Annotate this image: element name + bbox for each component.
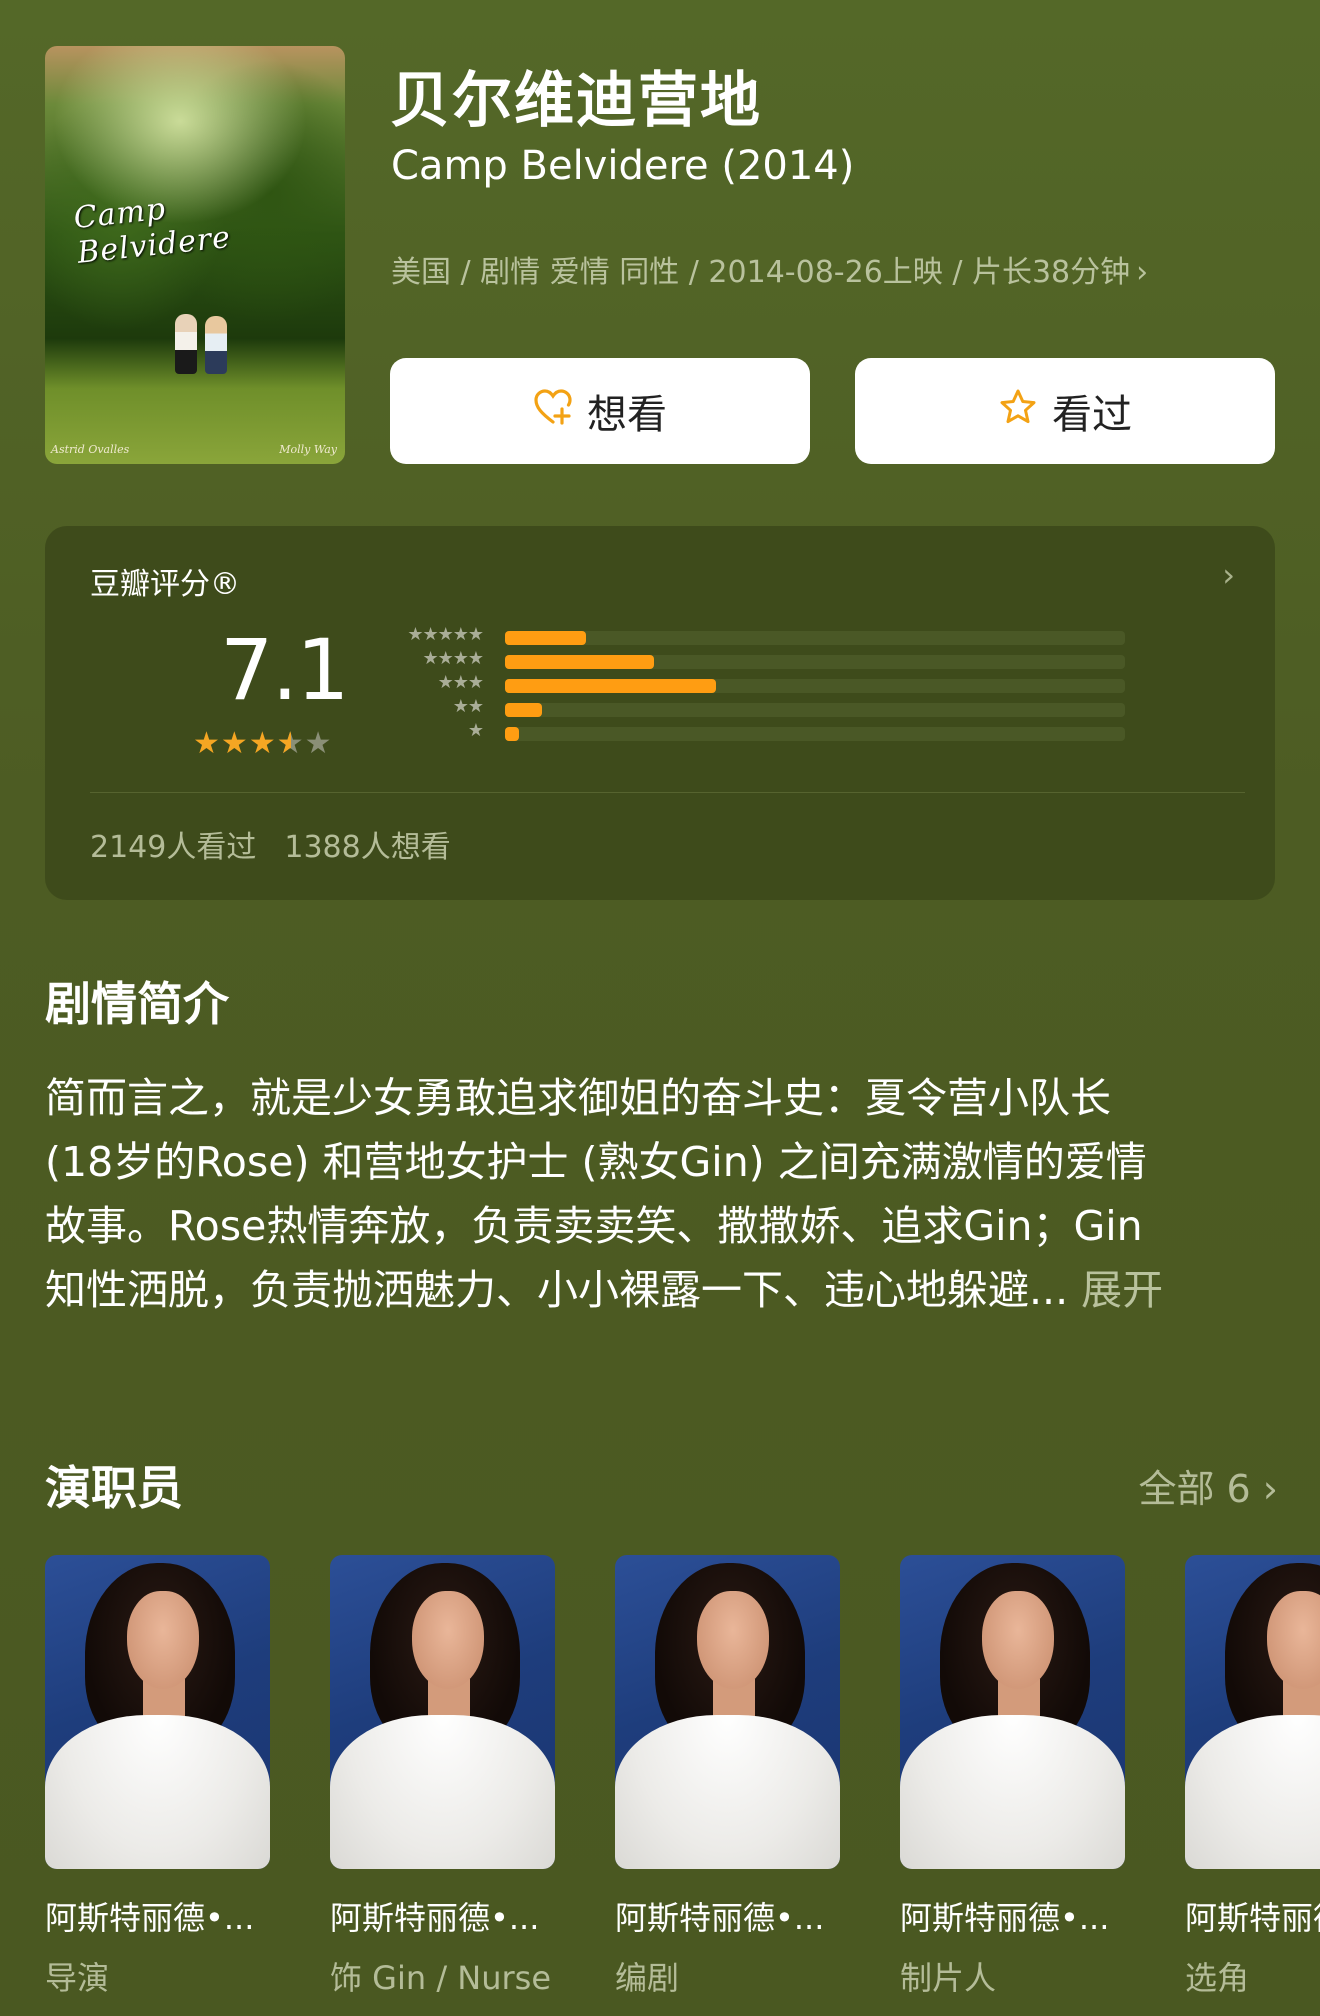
star-icon: ★★★★	[422, 648, 484, 669]
heart-plus-icon	[533, 388, 573, 435]
chevron-right-icon: ›	[1222, 556, 1235, 594]
synopsis-text: 简而言之，就是少女勇敢追求御姐的奋斗史：夏令营小队长 (18岁的Rose) 和营…	[45, 1066, 1285, 1322]
cast-view-all-label: 全部 6	[1138, 1467, 1251, 1511]
movie-original-title: Camp Belvidere (2014)	[391, 143, 855, 189]
cast-card[interactable]: 阿斯特丽德•... 编剧	[615, 1555, 840, 1999]
synopsis-line: 故事。Rose热情奔放，负责卖卖笑、撒撒娇、追求Gin；Gin	[45, 1202, 1143, 1250]
rating-bar-2-star	[505, 703, 542, 717]
rating-bar-row-4: ★★★★	[385, 648, 1165, 674]
cast-role: 选角	[1185, 1959, 1250, 1997]
synopsis-line: 简而言之，就是少女勇敢追求御姐的奋斗史：夏令营小队长	[45, 1074, 1111, 1122]
cast-name: 阿斯特丽德•...	[900, 1899, 1110, 1937]
star-empty-icon: ★	[304, 726, 333, 761]
cast-view-all[interactable]: 全部 6 ›	[1138, 1458, 1278, 1513]
cast-photo	[615, 1555, 840, 1869]
want-to-watch-label: 想看	[587, 392, 667, 438]
chevron-right-icon: ›	[1136, 255, 1149, 290]
poster-figure-left	[175, 314, 197, 374]
cast-role: 导演	[45, 1959, 110, 1997]
chevron-right-icon: ›	[1262, 1467, 1278, 1511]
cast-name: 阿斯特丽德	[1185, 1899, 1320, 1937]
cast-photo	[1185, 1555, 1320, 1869]
rating-bar-track	[505, 727, 1125, 741]
rating-bar-track	[505, 679, 1125, 693]
rating-bar-track	[505, 631, 1125, 645]
cast-card[interactable]: 阿斯特丽德•... 导演	[45, 1555, 270, 1999]
watched-label: 看过	[1052, 392, 1132, 438]
synopsis-line-last: 知性洒脱，负责抛洒魅力、小小裸露一下、违心地躲避... 展开	[45, 1258, 1285, 1322]
cast-name: 阿斯特丽德•...	[330, 1899, 540, 1937]
cast-card[interactable]: 阿斯特丽德•... 饰 Gin / Nurse	[330, 1555, 555, 1999]
rating-bar-1-star	[505, 727, 519, 741]
cast-list[interactable]: 阿斯特丽德•... 导演 阿斯特丽德•... 饰 Gin / Nurse 阿斯特…	[45, 1555, 1320, 2016]
star-icon: ★★★	[437, 672, 484, 693]
movie-meta[interactable]: 美国 / 剧情 爱情 同性 / 2014-08-26上映 / 片长38分钟 ›	[391, 247, 1148, 291]
movie-poster[interactable]: Camp Belvidere Astrid Ovalles Molly Way	[45, 46, 345, 464]
cast-card[interactable]: 阿斯特丽德 选角	[1185, 1555, 1320, 1999]
star-half-icon: ★	[277, 726, 305, 761]
want-to-watch-button[interactable]: 想看	[390, 358, 810, 464]
expand-link[interactable]: 展开	[1081, 1266, 1163, 1314]
divider	[90, 792, 1245, 793]
cast-role: 制片人	[900, 1959, 997, 1997]
star-icon: ★★★★★	[407, 624, 484, 645]
synopsis-heading: 剧情简介	[45, 977, 229, 1031]
rating-bar-5-star	[505, 631, 586, 645]
rating-bar-4-star	[505, 655, 654, 669]
star-outline-icon	[998, 388, 1038, 435]
rating-label: 豆瓣评分®	[90, 567, 240, 602]
poster-credit-right: Molly Way	[279, 443, 337, 456]
cast-photo	[330, 1555, 555, 1869]
star-full-icon: ★	[220, 726, 249, 761]
rating-bar-row-3: ★★★	[385, 672, 1165, 698]
movie-meta-text: 美国 / 剧情 爱情 同性 / 2014-08-26上映 / 片长38分钟	[391, 255, 1131, 290]
synopsis-line: (18岁的Rose) 和营地女护士 (熟女Gin) 之间充满激情的爱情	[45, 1138, 1147, 1186]
cast-card[interactable]: 阿斯特丽德•... 制片人	[900, 1555, 1125, 1999]
synopsis-line-text: 知性洒脱，负责抛洒魅力、小小裸露一下、违心地躲避...	[45, 1266, 1069, 1314]
rating-bar-row-5: ★★★★★	[385, 624, 1165, 650]
star-full-icon: ★	[248, 726, 277, 761]
rating-bar-track	[505, 703, 1125, 717]
cast-heading: 演职员	[45, 1461, 183, 1515]
cast-photo	[900, 1555, 1125, 1869]
star-icon: ★★	[452, 696, 484, 717]
rating-bar-row-1: ★	[385, 720, 1165, 746]
cast-role: 编剧	[615, 1959, 680, 1997]
rating-counts: 2149人看过 1388人想看	[90, 822, 451, 866]
cast-role: 饰 Gin / Nurse	[330, 1959, 552, 1997]
cast-name: 阿斯特丽德•...	[45, 1899, 255, 1937]
rating-card[interactable]: 豆瓣评分® › 7.1 ★★★★★ ★★★★★★★★★★★★★★★ 2149人看…	[45, 526, 1275, 900]
poster-credit-left: Astrid Ovalles	[51, 443, 130, 456]
rating-score: 7.1	[220, 621, 350, 719]
poster-figure-right	[205, 316, 227, 374]
star-full-icon: ★	[193, 726, 221, 761]
rating-bar-track	[505, 655, 1125, 669]
watched-count: 2149人看过	[90, 830, 257, 865]
cast-name: 阿斯特丽德•...	[615, 1899, 825, 1937]
star-icon: ★	[467, 720, 484, 741]
movie-title: 贝尔维迪营地	[390, 66, 762, 136]
rating-bar-row-2: ★★	[385, 696, 1165, 722]
rating-bar-3-star	[505, 679, 716, 693]
rating-distribution: ★★★★★ ★★★★ ★★★ ★★ ★	[385, 624, 1165, 746]
poster-title: Camp Belvidere	[72, 191, 233, 271]
want-count: 1388人想看	[284, 830, 451, 865]
cast-photo	[45, 1555, 270, 1869]
rating-stars: ★★★★ ★	[193, 726, 333, 761]
watched-button[interactable]: 看过	[855, 358, 1275, 464]
